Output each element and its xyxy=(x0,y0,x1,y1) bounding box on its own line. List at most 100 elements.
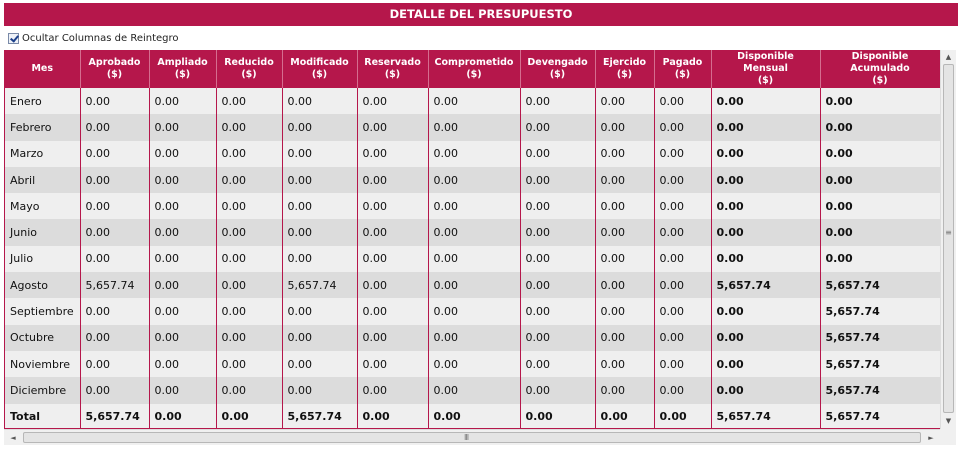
amount-cell: 0.00 xyxy=(428,272,521,299)
vertical-scrollbar[interactable]: ▲ ≡ ▼ xyxy=(940,50,956,429)
month-cell: Febrero xyxy=(5,114,81,141)
table-body: Enero 0.00 0.00 0.00 0.00 0.00 0.00 0.00 0.00 0.0… xyxy=(5,88,940,428)
amount-cell: 0.00 xyxy=(428,114,521,141)
amount-cell: 0.00 xyxy=(149,377,217,404)
amount-cell: 0.00 xyxy=(711,140,821,167)
amount-cell: 0.00 xyxy=(820,140,940,167)
amount-cell: 0.00 xyxy=(520,166,596,194)
amount-cell: 0.00 xyxy=(282,324,358,351)
horizontal-scrollbar[interactable]: ◄ III ► xyxy=(4,429,940,445)
amount-cell: 0.00 xyxy=(216,272,283,299)
month-cell: Abril xyxy=(5,166,81,194)
vertical-scroll-thumb[interactable]: ≡ xyxy=(943,64,954,413)
amount-cell: 0.00 xyxy=(428,298,521,325)
amount-cell: 0.00 xyxy=(357,140,429,167)
month-cell: Mayo xyxy=(5,193,81,220)
month-cell: Julio xyxy=(5,245,81,273)
amount-cell: 0.00 xyxy=(80,350,150,378)
scroll-left-arrow-icon[interactable]: ◄ xyxy=(6,430,20,446)
table-row: Enero 0.00 0.00 0.00 0.00 0.00 0.00 0.00 0.00 0.0… xyxy=(5,88,940,115)
amount-cell: 0.00 xyxy=(282,298,358,325)
amount-cell: 0.00 xyxy=(654,377,712,404)
column-header-unit: ($) xyxy=(311,69,328,80)
total-row: Total 5,657.74 0.00 0.00 5,657.74 0.00 0.00 0.0… xyxy=(5,403,940,428)
amount-cell: 0.00 xyxy=(357,166,429,194)
column-header-unit: ($) xyxy=(616,69,633,80)
amount-cell: 0.00 xyxy=(820,245,940,273)
amount-cell: 0.00 xyxy=(428,140,521,167)
amount-cell: 0.00 xyxy=(149,219,217,246)
amount-cell: 0.00 xyxy=(80,193,150,220)
scroll-up-arrow-icon[interactable]: ▲ xyxy=(941,50,956,64)
column-header-label: Reservado xyxy=(364,57,421,68)
amount-cell: 0.00 xyxy=(520,88,596,115)
amount-cell: 0.00 xyxy=(216,403,283,428)
amount-cell: 5,657.74 xyxy=(820,350,940,378)
amount-cell: 0.00 xyxy=(149,166,217,194)
amount-cell: 0.00 xyxy=(216,245,283,273)
table-row: Julio 0.00 0.00 0.00 0.00 0.00 0.00 0.00 0.00 0.0… xyxy=(5,245,940,273)
amount-cell: 0.00 xyxy=(654,88,712,115)
amount-cell: 0.00 xyxy=(428,403,521,428)
month-cell: Noviembre xyxy=(5,350,81,378)
amount-cell: 0.00 xyxy=(149,88,217,115)
table-row: Agosto 5,657.74 0.00 0.00 5,657.74 0.00 0.00 0.… xyxy=(5,272,940,299)
amount-cell: 0.00 xyxy=(357,245,429,273)
column-header: Disponible Acumulado ($) xyxy=(820,50,940,88)
amount-cell: 0.00 xyxy=(520,140,596,167)
column-header-label: Modificado xyxy=(290,57,349,68)
amount-cell: 0.00 xyxy=(357,272,429,299)
amount-cell: 0.00 xyxy=(357,219,429,246)
month-cell: Agosto xyxy=(5,272,81,299)
amount-cell: 0.00 xyxy=(820,166,940,194)
amount-cell: 0.00 xyxy=(711,193,821,220)
amount-cell: 0.00 xyxy=(654,324,712,351)
hide-refund-columns-control[interactable]: Ocultar Columnas de Reintegro xyxy=(8,30,179,46)
amount-cell: 0.00 xyxy=(595,140,655,167)
amount-cell: 0.00 xyxy=(282,140,358,167)
amount-cell: 0.00 xyxy=(595,114,655,141)
amount-cell: 5,657.74 xyxy=(80,272,150,299)
hide-refund-columns-checkbox[interactable] xyxy=(8,32,19,44)
scroll-down-arrow-icon[interactable]: ▼ xyxy=(941,414,956,428)
amount-cell: 0.00 xyxy=(711,245,821,273)
table-row: Octubre 0.00 0.00 0.00 0.00 0.00 0.00 0.00 0.00 0… xyxy=(5,324,940,351)
column-header-unit: ($) xyxy=(106,69,123,80)
amount-cell: 0.00 xyxy=(595,272,655,299)
amount-cell: 0.00 xyxy=(282,377,358,404)
amount-cell: 0.00 xyxy=(149,114,217,141)
amount-cell: 0.00 xyxy=(428,166,521,194)
amount-cell: 0.00 xyxy=(80,166,150,194)
amount-cell: 0.00 xyxy=(149,350,217,378)
column-header-label: Reducido xyxy=(224,57,274,68)
column-header: Reducido ($) xyxy=(216,50,283,88)
horizontal-scroll-thumb[interactable]: III xyxy=(23,432,921,443)
month-cell: Septiembre xyxy=(5,298,81,325)
amount-cell: 0.00 xyxy=(595,350,655,378)
amount-cell: 0.00 xyxy=(595,403,655,428)
table-row: Junio 0.00 0.00 0.00 0.00 0.00 0.00 0.00 0.00 0.0… xyxy=(5,219,940,246)
scroll-right-arrow-icon[interactable]: ► xyxy=(924,430,938,446)
amount-cell: 0.00 xyxy=(80,245,150,273)
amount-cell: 0.00 xyxy=(520,350,596,378)
amount-cell: 0.00 xyxy=(520,298,596,325)
amount-cell: 0.00 xyxy=(149,403,217,428)
amount-cell: 0.00 xyxy=(357,114,429,141)
amount-cell: 0.00 xyxy=(216,166,283,194)
amount-cell: 0.00 xyxy=(820,114,940,141)
amount-cell: 0.00 xyxy=(654,219,712,246)
amount-cell: 0.00 xyxy=(149,245,217,273)
amount-cell: 0.00 xyxy=(654,166,712,194)
amount-cell: 0.00 xyxy=(595,166,655,194)
amount-cell: 0.00 xyxy=(216,377,283,404)
amount-cell: 5,657.74 xyxy=(820,403,940,428)
column-header: Devengado ($) xyxy=(520,50,596,88)
amount-cell: 0.00 xyxy=(428,88,521,115)
amount-cell: 0.00 xyxy=(428,324,521,351)
amount-cell: 0.00 xyxy=(149,140,217,167)
amount-cell: 0.00 xyxy=(80,298,150,325)
column-header: Aprobado ($) xyxy=(80,50,150,88)
amount-cell: 0.00 xyxy=(654,140,712,167)
column-header-unit: ($) xyxy=(549,69,566,80)
column-header: Ejercido ($) xyxy=(595,50,655,88)
